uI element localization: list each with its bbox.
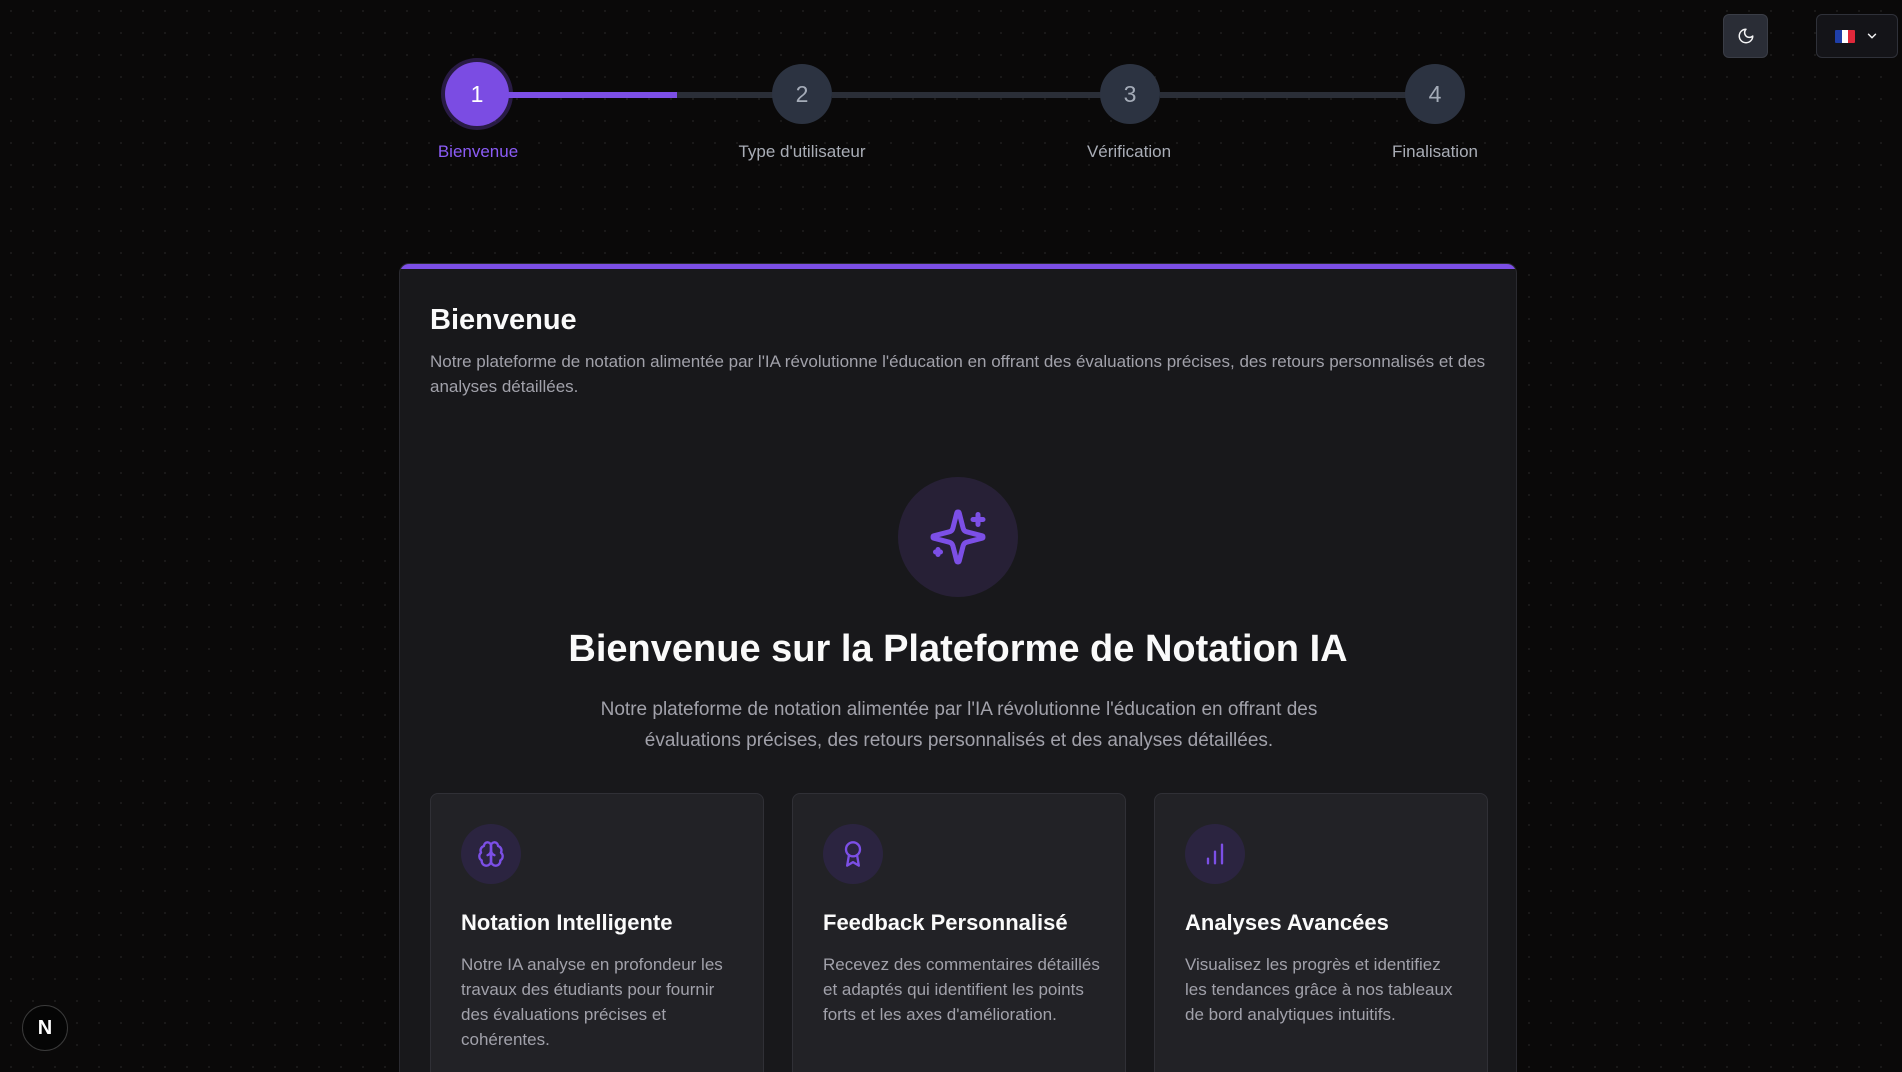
card-accent-bar: [400, 264, 1516, 269]
fr-flag-icon: [1835, 29, 1855, 43]
theme-toggle-button[interactable]: [1723, 14, 1768, 58]
feature-card-advanced-analytics: Analyses Avancées Visualisez les progrès…: [1154, 793, 1488, 1072]
feature-description: Recevez des commentaires détaillés et ad…: [823, 955, 1100, 1024]
feature-card-personalized-feedback: Feedback Personnalisé Recevez des commen…: [792, 793, 1126, 1072]
step-2-circle[interactable]: 2: [772, 64, 832, 124]
step-1-label: Bienvenue: [437, 142, 519, 161]
step-connector-3: [1160, 92, 1436, 98]
step-connector-2: [832, 92, 1130, 98]
step-1-circle[interactable]: 1: [445, 62, 509, 126]
language-select[interactable]: [1816, 14, 1898, 58]
step-2-label: Type d'utilisateur: [738, 142, 866, 161]
welcome-card: Bienvenue Notre plateforme de notation a…: [399, 263, 1517, 1072]
card-title: Bienvenue: [430, 304, 577, 336]
brain-icon: [478, 841, 504, 867]
feature-description: Visualisez les progrès et identifiez les…: [1185, 955, 1453, 1024]
feature-icon-container: [823, 824, 883, 884]
nextjs-dev-badge[interactable]: N: [22, 1005, 68, 1051]
step-3-circle[interactable]: 3: [1100, 64, 1160, 124]
hero-description: Notre plateforme de notation alimentée p…: [600, 699, 1318, 751]
feature-title: Notation Intelligente: [461, 910, 673, 935]
hero-title: Bienvenue sur la Plateforme de Notation …: [568, 628, 1348, 670]
feature-title: Analyses Avancées: [1185, 910, 1389, 935]
feature-icon-container: [461, 824, 521, 884]
moon-icon: [1738, 28, 1753, 44]
bar-chart-icon: [1206, 843, 1224, 865]
chevron-down-icon: [1867, 33, 1877, 39]
feature-icon-container: [1185, 824, 1245, 884]
feature-card-smart-grading: Notation Intelligente Notre IA analyse e…: [430, 793, 764, 1072]
feature-title: Feedback Personnalisé: [823, 910, 1068, 935]
award-icon: [844, 841, 862, 867]
step-3-label: Vérification: [1086, 142, 1172, 161]
step-4-label: Finalisation: [1392, 142, 1478, 161]
hero-icon-container: [898, 477, 1018, 597]
feature-description: Notre IA analyse en profondeur les trava…: [461, 955, 723, 1049]
card-description: Notre plateforme de notation alimentée p…: [430, 352, 1486, 396]
step-4-circle[interactable]: 4: [1405, 64, 1465, 124]
sparkles-icon: [930, 509, 986, 565]
